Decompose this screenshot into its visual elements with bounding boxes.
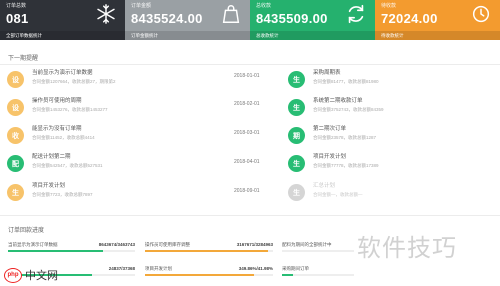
- progress-label: 采购期间订单: [282, 266, 309, 271]
- todo-item[interactable]: 设 操作员可使用的周期 合同金额1453276，收款总额1453277: [7, 98, 108, 116]
- todo-item[interactable]: 期 第二期次订单 合同金额23578，收款总额1287: [288, 126, 377, 144]
- todo-name: 项目开发计划: [313, 154, 347, 160]
- progress-label: 当前显示为演示订单数据: [8, 242, 58, 247]
- todo-sub: 合同金额1453276，收款总额1453277: [32, 106, 108, 112]
- bag-icon: [222, 5, 240, 23]
- clock-icon: [472, 5, 490, 23]
- todo-name: 配送计划第二期: [32, 154, 71, 160]
- todo-date: 2018-02-01: [234, 101, 260, 107]
- todo-name: 当前显示为演示订单数据: [32, 70, 93, 76]
- card-footer: 总收款统计: [250, 31, 375, 40]
- card-pending[interactable]: 待收款 72024.00 待收款统计: [375, 0, 500, 40]
- progress-track: [8, 250, 135, 252]
- todo-date: 2018-09-01: [234, 188, 260, 194]
- card-value: 081: [6, 11, 29, 26]
- card-order-count[interactable]: 订单总数 081 全部订单数据统计: [0, 0, 125, 40]
- todo-name: 汇总计划: [313, 183, 336, 189]
- todo-badge: 设: [7, 99, 24, 116]
- card-title: 订单金额: [131, 3, 152, 9]
- todo-item[interactable]: 配 配送计划第二期 合同金额542547，收款总额527531: [7, 154, 103, 172]
- todo-section-title: 下一期提醒: [8, 56, 39, 62]
- card-footer: 待收款统计: [375, 31, 500, 40]
- todo-badge: 生: [288, 155, 305, 172]
- todo-sub: 合同金额7723，收款总额7897: [32, 191, 93, 197]
- todo-sub: 合同金额81477，收款总额81980: [313, 78, 379, 84]
- todo-name: 第二期次订单: [313, 126, 347, 132]
- todo-sub: 合同金额11452，收款总额4414: [32, 134, 95, 140]
- progress-value: 3167671/3284963: [236, 242, 273, 247]
- todo-item[interactable]: 收 能显示为没有订单期 合同金额11452，收款总额4414: [7, 126, 95, 144]
- todo-item[interactable]: 生 项目开发计划 合同金额77778，收款总额17389: [288, 154, 379, 172]
- todo-sub: 合同金额77778，收款总额17389: [313, 162, 379, 168]
- todo-item[interactable]: 设 当前显示为演示订单数据 合同金额1207664，收款总额27，期限第2: [7, 70, 116, 88]
- stat-cards: 订单总数 081 全部订单数据统计 订单金额 8435524.00 订单金额统计…: [0, 0, 500, 40]
- snowflake-icon: [97, 4, 115, 24]
- todo-name: 采购周期表: [313, 70, 341, 76]
- todo-badge: 收: [7, 127, 24, 144]
- card-value: 72024.00: [381, 11, 438, 26]
- progress-track: [145, 250, 273, 252]
- todo-date: 2018-01-01: [234, 73, 260, 79]
- progress-item[interactable]: 项目开发计划 349.86%/41.98%: [145, 266, 273, 277]
- card-footer: 全部订单数据统计: [0, 31, 125, 40]
- todo-name: 项目开发计划: [32, 183, 66, 189]
- todo-badge: 生: [288, 184, 305, 201]
- todo-sub: 合同金额3752743，收款总额84359: [313, 106, 384, 112]
- progress-fill: [8, 250, 104, 252]
- progress-track: [282, 274, 354, 276]
- progress-value: 8643674/3463743: [98, 242, 135, 247]
- progress-value: 24837/37368: [108, 266, 135, 271]
- progress-value: 349.86%/41.98%: [238, 266, 273, 271]
- watermark: 软件技巧: [357, 235, 457, 262]
- todo-sub: 合同金额—，收款总额—: [313, 191, 363, 197]
- card-title: 订单总数: [6, 3, 27, 9]
- card-title: 总收款: [256, 3, 272, 9]
- todo-item[interactable]: 生 采购周期表 合同金额81477，收款总额81980: [288, 70, 379, 88]
- todo-badge: 生: [7, 184, 24, 201]
- progress-section-title: 订单回款进度: [8, 228, 45, 234]
- card-order-amount[interactable]: 订单金额 8435524.00 订单金额统计: [125, 0, 250, 40]
- todo-date: 2018-03-01: [234, 130, 260, 136]
- progress-item[interactable]: 采购期间订单: [282, 266, 354, 277]
- todo-badge: 设: [7, 71, 24, 88]
- progress-item[interactable]: 当前显示为演示订单数据 8643674/3463743: [8, 242, 135, 253]
- todo-name: 操作员可使用的周期: [32, 98, 82, 104]
- todo-badge: 生: [288, 99, 305, 116]
- section-divider: [0, 64, 500, 65]
- card-value: 8435524.00: [131, 11, 203, 26]
- section-divider: [0, 215, 500, 216]
- todo-sub: 合同金额542547，收款总额527531: [32, 162, 103, 168]
- todo-badge: 生: [288, 71, 305, 88]
- todo-badge: 配: [7, 155, 24, 172]
- todo-item[interactable]: 生 汇总计划 合同金额—，收款总额—: [288, 183, 363, 201]
- todo-badge: 期: [288, 127, 305, 144]
- progress-item[interactable]: 操作员可使用库存调整 3167671/3284963: [145, 242, 273, 253]
- logo-text: 中文网: [25, 270, 58, 282]
- todo-name: 能显示为没有订单期: [32, 126, 82, 132]
- todo-date: 2018-04-01: [234, 159, 260, 165]
- progress-fill: [282, 274, 293, 276]
- php-logo-badge: php: [4, 267, 22, 283]
- todo-sub: 合同金额1207664，收款总额27，期限第2: [32, 78, 116, 84]
- todo-name: 系统第二期收款订单: [313, 98, 363, 104]
- card-total-received[interactable]: 总收款 8435509.00 总收款统计: [250, 0, 375, 40]
- todo-item[interactable]: 生 项目开发计划 合同金额7723，收款总额7897: [7, 183, 93, 201]
- refresh-icon: [348, 4, 364, 24]
- progress-label: 配料为期间的全部统计中: [282, 242, 332, 247]
- progress-label: 项目开发计划: [145, 266, 172, 271]
- progress-fill: [145, 250, 268, 252]
- progress-track: [145, 274, 273, 276]
- card-value: 8435509.00: [256, 11, 328, 26]
- progress-track: [282, 250, 354, 252]
- progress-label: 操作员可使用库存调整: [145, 242, 190, 247]
- todo-sub: 合同金额23578，收款总额1287: [313, 134, 377, 140]
- progress-item[interactable]: 配料为期间的全部统计中: [282, 242, 354, 253]
- progress-fill: [145, 274, 254, 276]
- card-footer: 订单金额统计: [125, 31, 250, 40]
- todo-item[interactable]: 生 系统第二期收款订单 合同金额3752743，收款总额84359: [288, 98, 384, 116]
- card-title: 待收款: [381, 3, 397, 9]
- site-logo: php 中文网: [4, 267, 58, 283]
